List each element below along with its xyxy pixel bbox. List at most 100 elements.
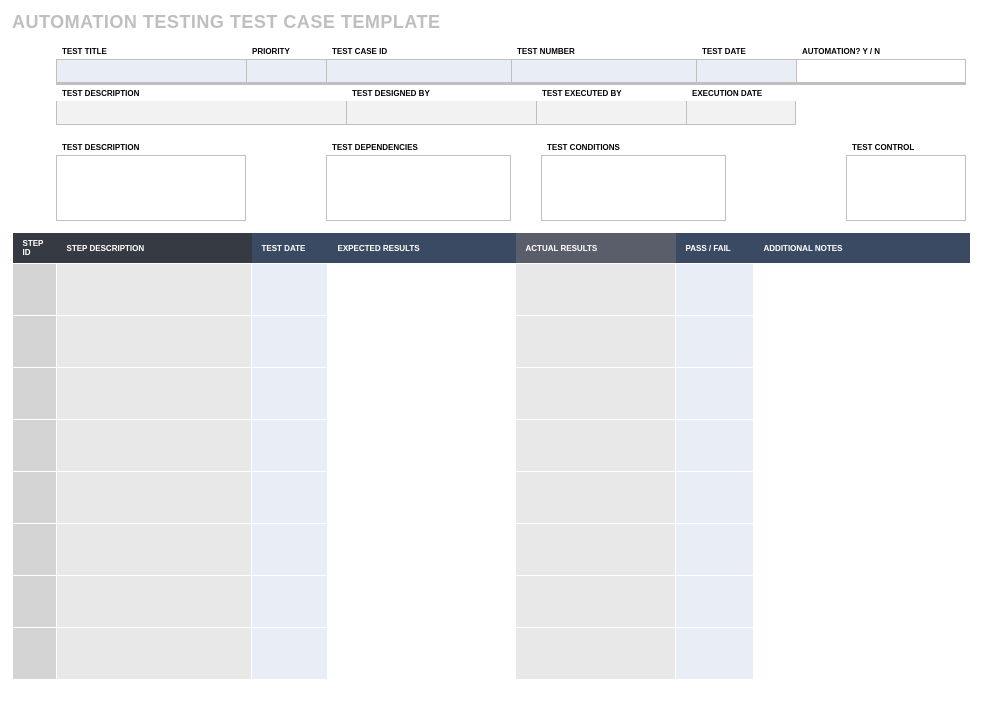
cell-step-id[interactable] bbox=[13, 576, 57, 628]
cell-pass-fail[interactable] bbox=[676, 472, 754, 524]
cell-test-date[interactable] bbox=[252, 368, 328, 420]
col-actual-results: ACTUAL RESULTS bbox=[516, 233, 676, 264]
col-test-date: TEST DATE bbox=[252, 233, 328, 264]
cell-additional-notes[interactable] bbox=[754, 576, 970, 628]
test-number-label: TEST NUMBER bbox=[511, 43, 696, 59]
test-case-id-label: TEST CASE ID bbox=[326, 43, 511, 59]
cell-expected-results[interactable] bbox=[328, 524, 516, 576]
table-row bbox=[13, 576, 970, 628]
test-date-label: TEST DATE bbox=[696, 43, 796, 59]
execution-date-label: EXECUTION DATE bbox=[686, 85, 796, 101]
cell-step-description[interactable] bbox=[57, 368, 252, 420]
execution-date-field[interactable] bbox=[686, 101, 796, 125]
cell-step-id[interactable] bbox=[13, 524, 57, 576]
cell-step-id[interactable] bbox=[13, 368, 57, 420]
cell-pass-fail[interactable] bbox=[676, 628, 754, 680]
cell-step-description[interactable] bbox=[57, 420, 252, 472]
col-expected-results: EXPECTED RESULTS bbox=[328, 233, 516, 264]
cell-actual-results[interactable] bbox=[516, 264, 676, 316]
table-row bbox=[13, 420, 970, 472]
cell-pass-fail[interactable] bbox=[676, 420, 754, 472]
priority-field[interactable] bbox=[246, 59, 326, 83]
box-test-control-label: TEST CONTROL bbox=[846, 139, 966, 155]
cell-step-id[interactable] bbox=[13, 628, 57, 680]
cell-step-description[interactable] bbox=[57, 628, 252, 680]
test-date-field[interactable] bbox=[696, 59, 796, 83]
test-description-field[interactable] bbox=[56, 101, 346, 125]
cell-additional-notes[interactable] bbox=[754, 420, 970, 472]
automation-field[interactable] bbox=[796, 59, 966, 83]
test-title-field[interactable] bbox=[56, 59, 246, 83]
cell-test-date[interactable] bbox=[252, 524, 328, 576]
cell-expected-results[interactable] bbox=[328, 264, 516, 316]
box-test-dependencies-field[interactable] bbox=[326, 155, 511, 221]
cell-expected-results[interactable] bbox=[328, 316, 516, 368]
text-boxes-section: TEST DESCRIPTION TEST DEPENDENCIES TEST … bbox=[56, 139, 966, 221]
cell-step-id[interactable] bbox=[13, 420, 57, 472]
steps-header-row: STEP ID STEP DESCRIPTION TEST DATE EXPEC… bbox=[13, 233, 970, 264]
cell-additional-notes[interactable] bbox=[754, 368, 970, 420]
cell-expected-results[interactable] bbox=[328, 472, 516, 524]
cell-pass-fail[interactable] bbox=[676, 576, 754, 628]
test-designed-by-field[interactable] bbox=[346, 101, 536, 125]
cell-step-id[interactable] bbox=[13, 472, 57, 524]
meta-row-2: TEST DESCRIPTION TEST DESIGNED BY TEST E… bbox=[56, 85, 966, 125]
cell-step-description[interactable] bbox=[57, 316, 252, 368]
cell-additional-notes[interactable] bbox=[754, 628, 970, 680]
cell-step-id[interactable] bbox=[13, 316, 57, 368]
cell-expected-results[interactable] bbox=[328, 420, 516, 472]
cell-expected-results[interactable] bbox=[328, 576, 516, 628]
table-row bbox=[13, 368, 970, 420]
box-test-description-field[interactable] bbox=[56, 155, 246, 221]
cell-additional-notes[interactable] bbox=[754, 524, 970, 576]
priority-label: PRIORITY bbox=[246, 43, 326, 59]
automation-label: AUTOMATION? Y / N bbox=[796, 43, 966, 59]
cell-pass-fail[interactable] bbox=[676, 264, 754, 316]
cell-actual-results[interactable] bbox=[516, 316, 676, 368]
col-step-description: STEP DESCRIPTION bbox=[57, 233, 252, 264]
test-title-label: TEST TITLE bbox=[56, 43, 246, 59]
box-test-conditions-label: TEST CONDITIONS bbox=[541, 139, 726, 155]
cell-additional-notes[interactable] bbox=[754, 264, 970, 316]
cell-step-id[interactable] bbox=[13, 264, 57, 316]
box-test-conditions-field[interactable] bbox=[541, 155, 726, 221]
test-designed-by-label: TEST DESIGNED BY bbox=[346, 85, 536, 101]
table-row bbox=[13, 472, 970, 524]
box-test-control-field[interactable] bbox=[846, 155, 966, 221]
cell-actual-results[interactable] bbox=[516, 628, 676, 680]
cell-step-description[interactable] bbox=[57, 264, 252, 316]
test-description-label: TEST DESCRIPTION bbox=[56, 85, 346, 101]
cell-additional-notes[interactable] bbox=[754, 316, 970, 368]
cell-test-date[interactable] bbox=[252, 576, 328, 628]
steps-table: STEP ID STEP DESCRIPTION TEST DATE EXPEC… bbox=[12, 233, 970, 680]
test-number-field[interactable] bbox=[511, 59, 696, 83]
cell-step-description[interactable] bbox=[57, 472, 252, 524]
cell-expected-results[interactable] bbox=[328, 628, 516, 680]
cell-test-date[interactable] bbox=[252, 420, 328, 472]
table-row bbox=[13, 628, 970, 680]
cell-expected-results[interactable] bbox=[328, 368, 516, 420]
test-executed-by-field[interactable] bbox=[536, 101, 686, 125]
cell-step-description[interactable] bbox=[57, 524, 252, 576]
cell-actual-results[interactable] bbox=[516, 368, 676, 420]
table-row bbox=[13, 264, 970, 316]
cell-actual-results[interactable] bbox=[516, 576, 676, 628]
cell-test-date[interactable] bbox=[252, 628, 328, 680]
cell-pass-fail[interactable] bbox=[676, 316, 754, 368]
box-test-dependencies-label: TEST DEPENDENCIES bbox=[326, 139, 511, 155]
meta-row-1: TEST TITLE PRIORITY TEST CASE ID TEST NU… bbox=[56, 43, 966, 85]
test-case-id-field[interactable] bbox=[326, 59, 511, 83]
cell-actual-results[interactable] bbox=[516, 524, 676, 576]
cell-test-date[interactable] bbox=[252, 264, 328, 316]
col-additional-notes: ADDITIONAL NOTES bbox=[754, 233, 970, 264]
box-test-description-label: TEST DESCRIPTION bbox=[56, 139, 246, 155]
cell-pass-fail[interactable] bbox=[676, 368, 754, 420]
cell-actual-results[interactable] bbox=[516, 472, 676, 524]
cell-step-description[interactable] bbox=[57, 576, 252, 628]
cell-actual-results[interactable] bbox=[516, 420, 676, 472]
cell-additional-notes[interactable] bbox=[754, 472, 970, 524]
cell-test-date[interactable] bbox=[252, 316, 328, 368]
cell-test-date[interactable] bbox=[252, 472, 328, 524]
table-row bbox=[13, 316, 970, 368]
cell-pass-fail[interactable] bbox=[676, 524, 754, 576]
